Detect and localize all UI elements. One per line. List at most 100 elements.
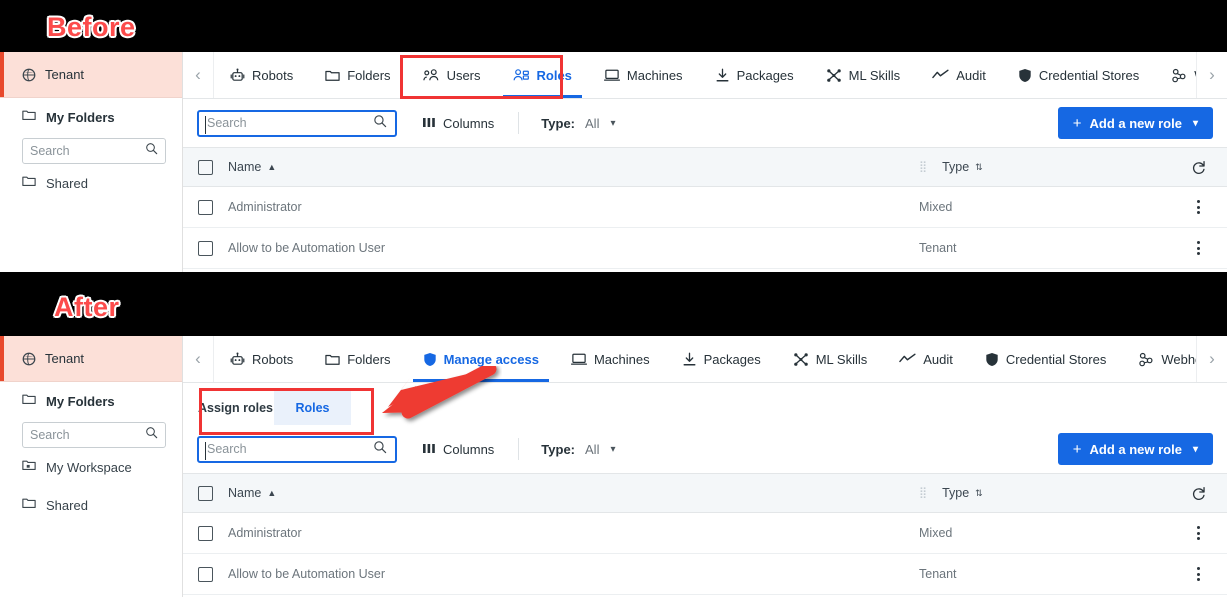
machine-icon (570, 352, 587, 366)
tab-packages[interactable]: Packages (666, 336, 777, 382)
tab-users[interactable]: Users (407, 52, 497, 98)
column-header-name[interactable]: Name ▲ (228, 486, 919, 500)
subtab-assign-roles[interactable]: Assign roles (197, 391, 274, 425)
tab-robots[interactable]: Robots (214, 52, 309, 98)
row-actions-menu[interactable] (1169, 241, 1227, 255)
sidebar-item-my-folders[interactable]: My Folders (0, 382, 182, 420)
roles-table-before: Name ▲ ⣿ Type ⇅ Administrator Mixed Allo… (183, 147, 1227, 269)
row-name: Administrator (228, 200, 302, 214)
tab-audit[interactable]: Audit (916, 52, 1002, 98)
tab-packages[interactable]: Packages (699, 52, 810, 98)
tab-manage-access[interactable]: Manage access (407, 336, 555, 382)
row-type: Tenant (919, 241, 957, 255)
row-checkbox[interactable] (183, 525, 228, 541)
folder-icon (325, 353, 340, 366)
search-input[interactable]: Search (197, 109, 397, 137)
tab-label: Machines (626, 67, 683, 83)
tab-audit[interactable]: Audit (883, 336, 969, 382)
column-resize-grip-icon[interactable]: ⣿ (919, 487, 928, 498)
tabbar-scroll-left-icon[interactable]: ‹ (183, 52, 214, 98)
column-header-type[interactable]: ⣿ Type ⇅ (919, 160, 1169, 174)
search-input[interactable]: Search (197, 435, 397, 463)
tab-label: Robots (252, 67, 294, 83)
table-row[interactable]: Allow to be Automation User Tenant (183, 228, 1227, 269)
column-header-type-label: Type (942, 160, 970, 174)
row-actions-menu[interactable] (1169, 200, 1227, 214)
refresh-button[interactable] (1169, 486, 1227, 501)
tab-credential-stores[interactable]: Credential Stores (969, 336, 1122, 382)
tab-machines[interactable]: Machines (555, 336, 666, 382)
package-icon (682, 352, 697, 367)
sidebar-tenant-label: Tenant (45, 67, 85, 82)
row-checkbox[interactable] (183, 566, 228, 582)
tab-label: Folders (347, 67, 391, 83)
tab-label: Credential Stores (1038, 67, 1140, 83)
select-all-checkbox[interactable] (183, 485, 228, 501)
row-checkbox[interactable] (183, 240, 228, 256)
package-icon (715, 68, 730, 83)
tab-credential-stores[interactable]: Credential Stores (1002, 52, 1155, 98)
column-resize-grip-icon[interactable]: ⣿ (919, 161, 928, 172)
robot-icon (230, 67, 245, 83)
tab-folders[interactable]: Folders (309, 52, 406, 98)
refresh-button[interactable] (1169, 160, 1227, 175)
tabs-before: Robots Folders Users Roles Machines Pack… (214, 52, 1196, 98)
sort-ascending-icon: ▲ (267, 488, 277, 498)
sidebar-my-workspace-label: My Workspace (46, 459, 132, 475)
shield-icon (985, 352, 999, 367)
tabbar-scroll-left-icon[interactable]: ‹ (183, 336, 214, 382)
sidebar-shared-label: Shared (46, 175, 88, 191)
tab-roles[interactable]: Roles (497, 52, 588, 98)
type-filter[interactable]: Type: All ▾ (541, 442, 615, 457)
tab-machines[interactable]: Machines (588, 52, 699, 98)
shield-icon (423, 352, 437, 367)
select-all-checkbox[interactable] (183, 159, 228, 175)
type-filter-value: All (585, 441, 600, 457)
columns-button[interactable]: Columns (423, 116, 494, 131)
chevron-down-icon: ▾ (1192, 443, 1198, 455)
sidebar-search-input[interactable]: Search (22, 138, 166, 164)
row-actions-menu[interactable] (1169, 567, 1227, 581)
sidebar-item-my-folders[interactable]: My Folders (0, 98, 182, 136)
column-header-name[interactable]: Name ▲ (228, 160, 919, 174)
tabbar-before: ‹ Robots Folders Users Roles Machines Pa… (183, 52, 1227, 99)
table-row[interactable]: Allow to be Automation User Tenant (183, 554, 1227, 595)
tab-webhooks[interactable]: Webhooks (1155, 52, 1196, 98)
folder-icon (22, 496, 36, 514)
table-row[interactable]: Administrator Mixed (183, 513, 1227, 554)
tab-label: Credential Stores (1005, 351, 1107, 367)
type-filter-value: All (585, 115, 600, 131)
add-a-new-role-button[interactable]: + Add a new role ▾ (1057, 107, 1213, 139)
tab-robots[interactable]: Robots (214, 336, 309, 382)
row-checkbox[interactable] (183, 199, 228, 215)
columns-button[interactable]: Columns (423, 442, 494, 457)
search-icon (145, 426, 158, 444)
table-row[interactable]: Administrator Mixed (183, 187, 1227, 228)
tab-webhooks[interactable]: Webhooks (1122, 336, 1196, 382)
sidebar-item-tenant[interactable]: Tenant (0, 336, 182, 382)
column-header-type[interactable]: ⣿ Type ⇅ (919, 486, 1169, 500)
sidebar-item-my-workspace[interactable]: My Workspace (0, 448, 182, 486)
before-label: Before (47, 12, 136, 42)
tabbar-scroll-right-icon[interactable]: › (1196, 52, 1227, 98)
sidebar-item-tenant[interactable]: Tenant (0, 52, 182, 98)
plus-icon: + (1072, 114, 1082, 132)
tab-ml-skills[interactable]: ML Skills (777, 336, 884, 382)
type-filter[interactable]: Type: All ▾ (541, 116, 615, 131)
content-after: ‹ Robots Folders Manage access Machines … (183, 336, 1227, 597)
tabbar-scroll-right-icon[interactable]: › (1196, 336, 1227, 382)
tab-ml-skills[interactable]: ML Skills (810, 52, 917, 98)
row-type: Mixed (919, 200, 953, 214)
add-a-new-role-button[interactable]: + Add a new role ▾ (1057, 433, 1213, 465)
sidebar-item-shared[interactable]: Shared (0, 486, 182, 524)
ml-skills-icon (826, 68, 842, 83)
sidebar-search-input[interactable]: Search (22, 422, 166, 448)
roles-table-after: Name ▲ ⣿ Type ⇅ Administrator Mixed Allo… (183, 473, 1227, 595)
tab-label: Packages (703, 351, 761, 367)
tab-folders[interactable]: Folders (309, 336, 406, 382)
workspace-folder-icon (22, 458, 36, 476)
search-placeholder: Search (207, 116, 247, 130)
sidebar-item-shared[interactable]: Shared (0, 164, 182, 202)
subtab-roles[interactable]: Roles (274, 391, 351, 425)
row-actions-menu[interactable] (1169, 526, 1227, 540)
